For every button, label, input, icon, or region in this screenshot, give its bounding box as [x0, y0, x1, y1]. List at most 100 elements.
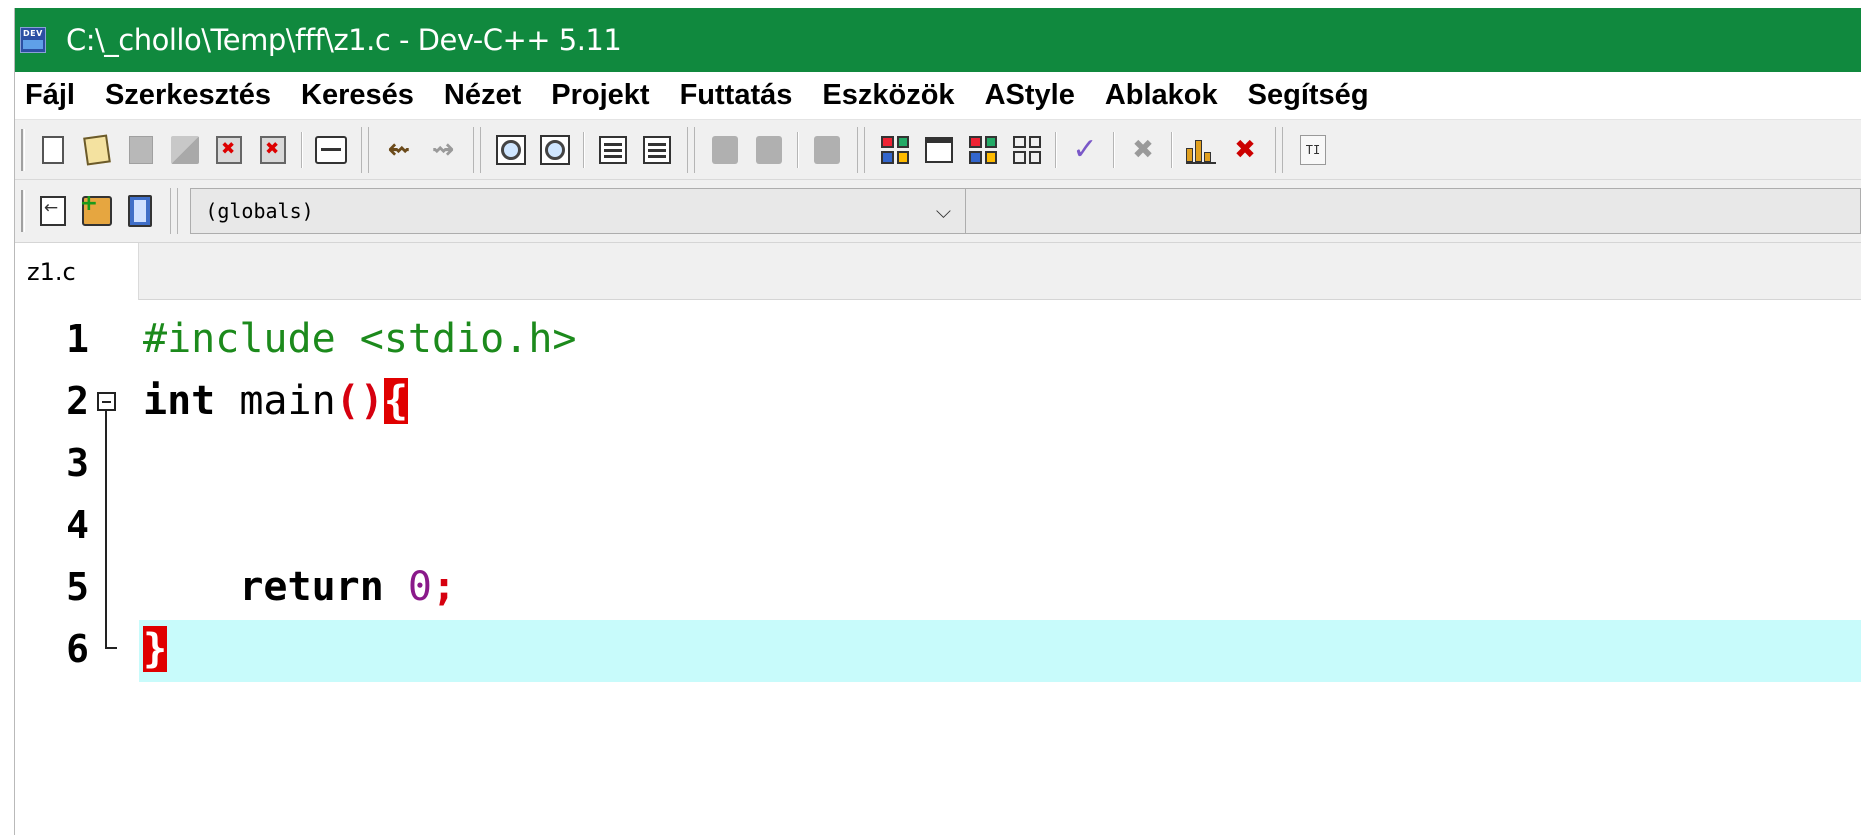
- editor-tab-strip: z1.c: [15, 242, 1861, 301]
- save-all-button[interactable]: [165, 130, 205, 170]
- member-combo[interactable]: [966, 188, 1861, 234]
- fold-end-marker: [105, 647, 117, 649]
- preprocessor-directive: #include <stdio.h>: [143, 316, 577, 362]
- book-icon: [128, 195, 153, 227]
- run-icon: [925, 136, 953, 163]
- undo-button[interactable]: ⇜: [379, 130, 419, 170]
- replace-button[interactable]: [535, 130, 575, 170]
- code-line-2[interactable]: 2 int main(){: [15, 370, 1861, 432]
- book-button[interactable]: [121, 191, 161, 231]
- menu-projekt[interactable]: Projekt: [540, 79, 668, 112]
- redo-button[interactable]: ⇝: [423, 130, 463, 170]
- code-line-6[interactable]: 6 }: [15, 618, 1861, 680]
- delete-profile-icon: ✖: [1234, 134, 1256, 165]
- toolbar-group-separator: [1275, 126, 1283, 173]
- toolbar-separator: [583, 131, 585, 168]
- goto-bookmark-icon: [756, 135, 782, 164]
- open-file-button[interactable]: [77, 130, 117, 170]
- tab-z1-c[interactable]: z1.c: [15, 243, 139, 301]
- print-icon: [315, 135, 347, 164]
- redo-icon: ⇝: [431, 134, 455, 165]
- compile-icon: [881, 135, 909, 164]
- stop-button[interactable]: ✖: [1123, 130, 1163, 170]
- code-text[interactable]: return 0;: [143, 556, 456, 618]
- dev-cpp-app-icon[interactable]: DEV: [20, 27, 46, 53]
- close-all-button[interactable]: [253, 130, 293, 170]
- main-toolbar: ⇜ ⇝ ✓ ✖ ✖ TI: [15, 120, 1861, 180]
- menu-bar: Fájl Szerkesztés Keresés Nézet Projekt F…: [15, 72, 1861, 120]
- unindent-icon: [643, 135, 671, 164]
- toolbar-grip[interactable]: [21, 128, 25, 171]
- compiler-select-button[interactable]: TI: [1293, 130, 1333, 170]
- app-icon-label: DEV: [23, 29, 43, 38]
- print-button[interactable]: [311, 130, 351, 170]
- line-number: 3: [66, 441, 89, 485]
- keyword-return: return: [239, 564, 384, 610]
- compile-button[interactable]: [875, 130, 915, 170]
- save-button[interactable]: [121, 130, 161, 170]
- menu-futtatas[interactable]: Futtatás: [669, 79, 812, 112]
- goto-bookmark-button[interactable]: [749, 130, 789, 170]
- line-number: 5: [66, 565, 89, 609]
- menu-eszkozok[interactable]: Eszközök: [811, 79, 973, 112]
- code-text[interactable]: int main(){: [143, 370, 408, 432]
- close-file-button[interactable]: [209, 130, 249, 170]
- add-to-project-icon: [80, 191, 112, 226]
- delete-profile-button[interactable]: ✖: [1225, 130, 1265, 170]
- function-name: main: [215, 378, 336, 424]
- save-all-icon: [171, 135, 199, 164]
- menu-segitseg[interactable]: Segítség: [1237, 79, 1388, 112]
- line-number: 4: [66, 503, 89, 547]
- menu-kereses[interactable]: Keresés: [290, 79, 433, 112]
- scope-combo-value: (globals): [205, 199, 314, 223]
- fold-collapse-icon[interactable]: [97, 392, 116, 411]
- scope-combo[interactable]: (globals) ⌵: [190, 188, 967, 234]
- code-line-3[interactable]: 3: [15, 432, 1861, 494]
- menu-fajl[interactable]: Fájl: [15, 79, 94, 112]
- menu-szerkesztes[interactable]: Szerkesztés: [94, 79, 290, 112]
- code-line-4[interactable]: 4: [15, 494, 1861, 556]
- code-text[interactable]: }: [143, 618, 168, 680]
- fold-guide-line: [105, 411, 107, 649]
- line-number: 1: [66, 317, 89, 361]
- code-editor[interactable]: 1 #include <stdio.h> 2 int main(){ 3 4 5…: [15, 300, 1861, 835]
- toggle-bookmark-button[interactable]: [705, 130, 745, 170]
- unindent-button[interactable]: [637, 130, 677, 170]
- matched-close-brace: }: [143, 626, 168, 672]
- find-button[interactable]: [491, 130, 531, 170]
- toolbar-separator: [301, 131, 303, 168]
- menu-nezet[interactable]: Nézet: [433, 79, 540, 112]
- stop-icon: ✖: [1132, 134, 1154, 165]
- menu-ablakok[interactable]: Ablakok: [1094, 79, 1237, 112]
- comment-button[interactable]: [807, 130, 847, 170]
- rebuild-all-icon: [1013, 135, 1041, 164]
- title-bar[interactable]: DEV C:\_chollo\Temp\fff\z1.c - Dev-C++ 5…: [15, 8, 1861, 72]
- compile-run-button[interactable]: [963, 130, 1003, 170]
- devcpp-window: DEV C:\_chollo\Temp\fff\z1.c - Dev-C++ 5…: [14, 8, 1861, 835]
- run-button[interactable]: [919, 130, 959, 170]
- code-text[interactable]: #include <stdio.h>: [143, 308, 576, 370]
- parentheses: (): [335, 378, 384, 424]
- toolbar-group-separator: [857, 126, 865, 173]
- profile-button[interactable]: [1181, 130, 1221, 170]
- keyword-int: int: [143, 378, 216, 424]
- toolbar-group-separator: [473, 126, 481, 173]
- toolbar-grip[interactable]: [21, 190, 25, 232]
- indent-icon: [599, 135, 627, 164]
- code-line-1[interactable]: 1 #include <stdio.h>: [15, 308, 1861, 370]
- semicolon: ;: [432, 564, 457, 610]
- syntax-check-button[interactable]: ✓: [1065, 130, 1105, 170]
- add-to-project-button[interactable]: [77, 191, 117, 231]
- new-file-button[interactable]: [33, 130, 73, 170]
- indent-button[interactable]: [593, 130, 633, 170]
- toggle-bookmark-icon: [712, 135, 738, 164]
- undo-icon: ⇜: [387, 134, 411, 165]
- toolbar-separator: [1113, 131, 1115, 168]
- code-line-5[interactable]: 5 return 0;: [15, 556, 1861, 618]
- insert-button[interactable]: [33, 191, 73, 231]
- rebuild-all-button[interactable]: [1007, 130, 1047, 170]
- matched-open-brace: {: [383, 378, 408, 424]
- menu-astyle[interactable]: AStyle: [974, 79, 1094, 112]
- chevron-down-icon[interactable]: ⌵: [936, 199, 951, 223]
- line-number: 2: [66, 379, 89, 423]
